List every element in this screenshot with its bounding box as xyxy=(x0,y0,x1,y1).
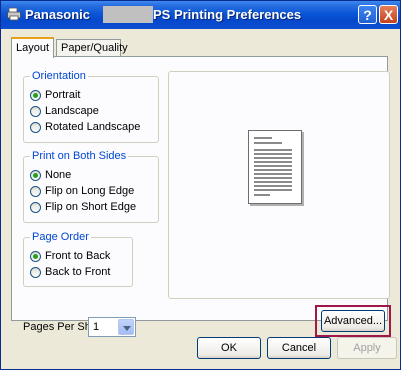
tab-paper-quality[interactable]: Paper/Quality xyxy=(56,39,128,56)
text-line xyxy=(254,185,292,187)
radio-front-to-back[interactable]: Front to Back xyxy=(30,248,110,264)
radio-label: Landscape xyxy=(45,105,99,117)
print-both-sides-group: Print on Both Sides None Flip on Long Ed… xyxy=(23,150,159,223)
orientation-group: Orientation Portrait Landscape Rotated L… xyxy=(23,70,159,143)
radio-flip-short-edge[interactable]: Flip on Short Edge xyxy=(30,199,136,215)
text-line xyxy=(254,142,282,144)
text-line xyxy=(254,161,292,163)
radio-back-to-front[interactable]: Back to Front xyxy=(30,264,110,280)
tab-layout[interactable]: Layout xyxy=(11,37,55,58)
radio-label: Front to Back xyxy=(45,250,111,262)
text-line xyxy=(254,189,292,191)
chevron-down-icon[interactable] xyxy=(118,319,134,335)
printing-preferences-window: Panasonic PS Printing Preferences ? X La… xyxy=(0,0,401,370)
pages-per-sheet-value: 1 xyxy=(93,321,100,333)
apply-button[interactable]: Apply xyxy=(337,337,397,359)
text-line xyxy=(254,181,292,183)
radio-label: Portrait xyxy=(45,89,81,101)
print-both-sides-group-title: Print on Both Sides xyxy=(30,150,129,162)
radio-button-icon[interactable] xyxy=(30,201,41,213)
pages-per-sheet-select[interactable]: 1 xyxy=(88,317,136,337)
radio-label: Rotated Landscape xyxy=(45,121,141,133)
close-button[interactable]: X xyxy=(379,5,398,24)
text-line xyxy=(254,169,292,171)
radio-button-icon[interactable] xyxy=(30,121,41,133)
advanced-button[interactable]: Advanced... xyxy=(321,310,385,332)
text-line xyxy=(254,165,292,167)
text-line xyxy=(254,177,292,179)
text-line xyxy=(254,194,270,196)
page-order-group: Page Order Front to Back Back to Front xyxy=(23,231,133,287)
radio-label: Flip on Short Edge xyxy=(45,201,137,213)
radio-button-icon[interactable] xyxy=(30,105,41,117)
text-line xyxy=(254,149,292,151)
dialog-client-area: Layout Paper/Quality Orientation Portrai… xyxy=(5,29,397,365)
text-line xyxy=(254,137,272,139)
cancel-button[interactable]: Cancel xyxy=(267,337,331,359)
radio-portrait[interactable]: Portrait xyxy=(30,87,80,103)
radio-landscape[interactable]: Landscape xyxy=(30,103,99,119)
document-preview-icon xyxy=(248,130,302,204)
ok-button[interactable]: OK xyxy=(197,337,261,359)
window-title-left: Panasonic xyxy=(25,7,91,22)
page-order-group-title: Page Order xyxy=(30,231,91,243)
radio-rotated-landscape[interactable]: Rotated Landscape xyxy=(30,119,140,135)
printer-icon xyxy=(7,7,21,21)
radio-label: Flip on Long Edge xyxy=(45,185,135,197)
text-line xyxy=(254,157,292,159)
radio-button-icon[interactable] xyxy=(30,169,41,181)
radio-button-icon[interactable] xyxy=(30,185,41,197)
text-line xyxy=(254,173,292,175)
window-title-right: PS Printing Preferences xyxy=(153,7,302,22)
radio-label: Back to Front xyxy=(45,266,111,278)
help-button[interactable]: ? xyxy=(358,5,377,24)
redacted-model-name xyxy=(103,6,153,23)
orientation-group-title: Orientation xyxy=(30,70,88,82)
radio-button-icon[interactable] xyxy=(30,89,41,101)
text-line xyxy=(254,153,292,155)
title-bar[interactable]: Panasonic PS Printing Preferences ? X xyxy=(1,1,400,29)
radio-flip-long-edge[interactable]: Flip on Long Edge xyxy=(30,183,134,199)
radio-button-icon[interactable] xyxy=(30,266,41,278)
radio-none[interactable]: None xyxy=(30,167,71,183)
layout-preview xyxy=(168,71,390,299)
radio-button-icon[interactable] xyxy=(30,250,41,262)
radio-label: None xyxy=(45,169,72,181)
